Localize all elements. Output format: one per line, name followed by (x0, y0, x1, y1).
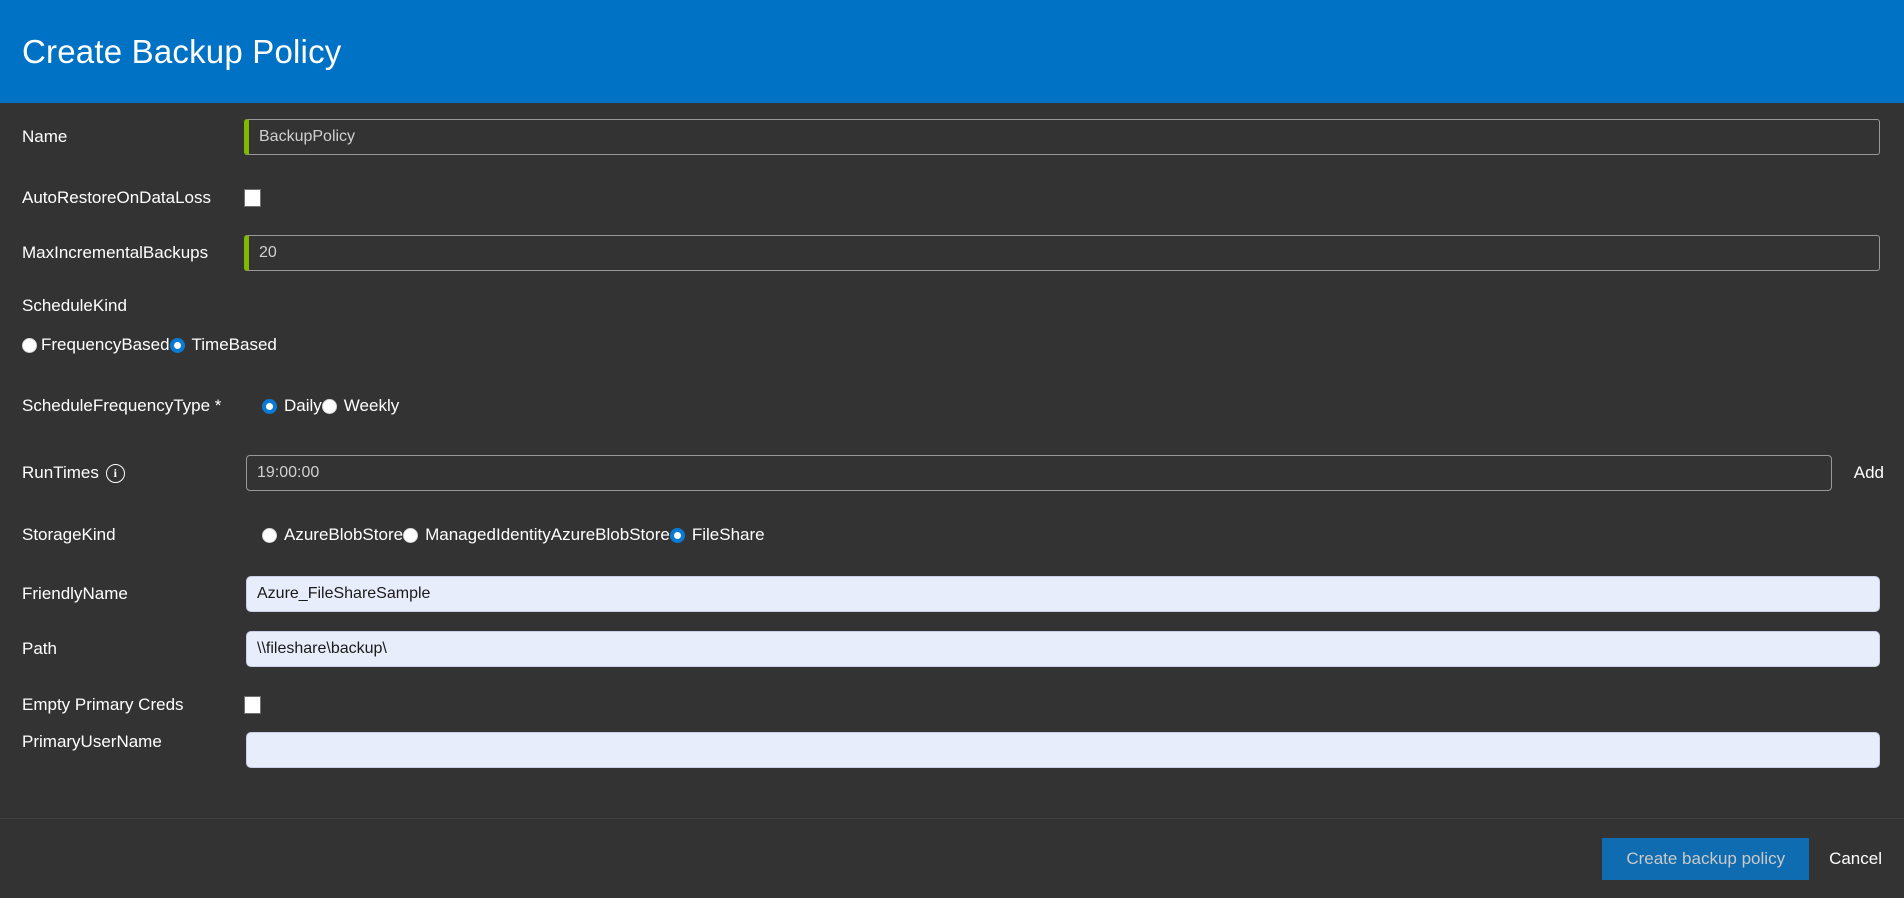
field-row-path: Path (0, 621, 1904, 677)
blade-footer: Create backup policy Cancel (0, 818, 1904, 898)
path-input-wrap (246, 631, 1890, 667)
add-run-time-button[interactable]: Add (1854, 463, 1884, 483)
label-max-incremental-backups: MaxIncrementalBackups (22, 242, 209, 262)
radio-option-time-based[interactable]: TimeBased (169, 335, 277, 355)
friendly-name-input-wrap (246, 575, 1890, 612)
auto-restore-checkbox[interactable] (244, 188, 261, 207)
info-icon[interactable]: i (105, 463, 125, 483)
label-primary-user-name: PrimaryUserName (22, 732, 162, 751)
radio-option-file-share[interactable]: FileShare (669, 525, 765, 545)
radio-icon-azure-blob-store[interactable] (262, 527, 277, 543)
field-row-max-incremental-backups: MaxIncrementalBackups (0, 225, 1904, 280)
field-row-schedule-frequency-type: ScheduleFrequencyType * Daily Weekly (0, 370, 1904, 442)
auto-restore-cell (244, 188, 466, 207)
radio-label-weekly: Weekly (343, 396, 400, 415)
label-name: Name (22, 126, 68, 146)
radio-label-file-share: FileShare (691, 525, 765, 544)
radio-label-daily: Daily (284, 396, 322, 415)
form-scroll-area[interactable]: Name AutoRestoreOnDataLoss MaxIncrementa… (0, 103, 1904, 818)
path-input[interactable] (246, 631, 1880, 667)
page-title: Create Backup Policy (22, 33, 342, 70)
max-incremental-backups-input[interactable] (244, 234, 1880, 271)
run-times-input-wrap: Add (246, 455, 1890, 491)
radio-icon-weekly[interactable] (321, 398, 337, 414)
radio-label-time-based: TimeBased (191, 335, 277, 354)
field-row-friendly-name: FriendlyName (0, 566, 1904, 621)
schedule-frequency-type-options: Daily Weekly (262, 396, 399, 416)
radio-icon-frequency-based[interactable] (22, 337, 37, 353)
radio-label-managed-identity-azure-blob-store: ManagedIdentityAzureBlobStore (425, 525, 670, 544)
field-row-storage-kind: StorageKind AzureBlobStore ManagedIdenti… (0, 504, 1904, 566)
label-path: Path (22, 639, 57, 658)
radio-label-frequency-based: FrequencyBased (41, 335, 170, 354)
radio-icon-managed-identity-azure-blob-store[interactable] (403, 527, 419, 543)
empty-primary-creds-checkbox[interactable] (244, 695, 261, 714)
field-row-run-times: RunTimes i Add (0, 442, 1904, 504)
radio-option-weekly[interactable]: Weekly (321, 396, 400, 416)
radio-icon-file-share[interactable] (669, 527, 685, 543)
schedule-kind-options: FrequencyBased TimeBased (22, 335, 277, 355)
field-row-empty-primary-creds: Empty Primary Creds (0, 677, 1904, 732)
create-backup-policy-button[interactable]: Create backup policy (1602, 837, 1810, 880)
label-run-times-text: RunTimes (22, 463, 99, 482)
friendly-name-input[interactable] (246, 575, 1880, 612)
label-schedule-kind: ScheduleKind (22, 296, 127, 315)
primary-user-name-input-wrap (246, 732, 1890, 768)
label-run-times: RunTimes i (22, 463, 244, 483)
radio-option-managed-identity-azure-blob-store[interactable]: ManagedIdentityAzureBlobStore (403, 525, 670, 545)
name-input-wrap (244, 118, 1890, 155)
max-incremental-backups-input-wrap (244, 234, 1890, 271)
label-auto-restore: AutoRestoreOnDataLoss (22, 187, 211, 207)
run-times-input[interactable] (246, 455, 1832, 491)
label-friendly-name: FriendlyName (22, 583, 128, 603)
name-input[interactable] (244, 118, 1880, 155)
radio-label-azure-blob-store: AzureBlobStore (284, 525, 404, 544)
blade-header: Create Backup Policy (0, 0, 1904, 103)
schedule-kind-radio-group: FrequencyBased TimeBased (0, 320, 1904, 370)
field-row-auto-restore: AutoRestoreOnDataLoss (0, 170, 1904, 225)
radio-option-daily[interactable]: Daily (262, 396, 322, 416)
label-empty-primary-creds: Empty Primary Creds (22, 694, 184, 714)
storage-kind-options: AzureBlobStore ManagedIdentityAzureBlobS… (262, 525, 765, 545)
label-schedule-frequency-type: ScheduleFrequencyType * (22, 396, 222, 415)
field-row-name: Name (0, 103, 1904, 170)
radio-option-azure-blob-store[interactable]: AzureBlobStore (262, 525, 403, 545)
radio-icon-daily[interactable] (262, 398, 277, 414)
radio-icon-time-based[interactable] (169, 337, 185, 353)
empty-primary-creds-cell (244, 695, 466, 714)
field-row-schedule-kind-label: ScheduleKind (0, 280, 1904, 320)
cancel-button[interactable]: Cancel (1809, 838, 1894, 880)
field-row-primary-user-name: PrimaryUserName (0, 732, 1904, 780)
primary-user-name-input[interactable] (246, 732, 1880, 768)
radio-option-frequency-based[interactable]: FrequencyBased (22, 335, 170, 355)
label-storage-kind: StorageKind (22, 525, 116, 544)
